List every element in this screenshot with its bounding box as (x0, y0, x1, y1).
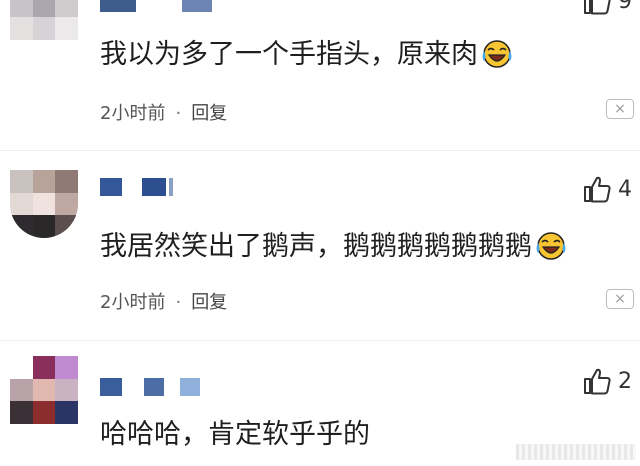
comment-text: 我居然笑出了鹅声，鹅鹅鹅鹅鹅鹅鹅 (100, 230, 568, 264)
like-count: 2 (618, 368, 632, 394)
laughing-crying-emoji (536, 232, 566, 260)
comment-item: 4 我居然笑出了鹅声，鹅鹅鹅鹅鹅鹅鹅 2小时前 · 回复 × (0, 150, 640, 340)
comment-text: 哈哈哈，肯定软乎乎的 (100, 418, 370, 452)
comment-body: 哈哈哈，肯定软乎乎的 (100, 419, 370, 450)
avatar[interactable] (10, 170, 78, 238)
username-redacted[interactable] (100, 378, 200, 396)
like-button[interactable]: 4 (582, 174, 632, 204)
comment-meta: 2小时前 · 回复 (100, 99, 227, 125)
comment-item: 2 哈哈哈，肯定软乎乎的 (0, 340, 640, 466)
dismiss-button[interactable]: × (606, 99, 634, 119)
laughing-crying-emoji (482, 40, 512, 68)
watermark (516, 444, 636, 460)
comment-text: 我以为多了一个手指头，原来肉 (100, 38, 514, 72)
reply-link[interactable]: 回复 (191, 292, 227, 313)
like-button[interactable]: 2 (582, 366, 632, 396)
comment-body: 我居然笑出了鹅声，鹅鹅鹅鹅鹅鹅鹅 (100, 231, 532, 262)
avatar[interactable] (10, 356, 78, 424)
like-count: 4 (618, 176, 632, 202)
dismiss-button[interactable]: × (606, 289, 634, 309)
comment-body: 我以为多了一个手指头，原来肉 (100, 39, 478, 70)
close-icon: × (614, 101, 626, 117)
comment-item: 9 我以为多了一个手指头，原来肉 2小时前 · 回复 × (0, 0, 640, 150)
like-button[interactable]: 9 (582, 0, 632, 16)
thumbs-up-icon (584, 368, 611, 395)
username-redacted[interactable] (100, 0, 212, 12)
timestamp: 2小时前 (100, 103, 166, 124)
reply-link[interactable]: 回复 (191, 103, 227, 124)
username-redacted[interactable] (100, 178, 173, 196)
comment-meta: 2小时前 · 回复 (100, 288, 227, 314)
like-count: 9 (618, 0, 632, 14)
timestamp: 2小时前 (100, 292, 166, 313)
separator-dot: · (175, 103, 182, 124)
thumbs-up-icon (584, 0, 611, 15)
avatar[interactable] (10, 0, 78, 40)
thumbs-up-icon (584, 176, 611, 203)
close-icon: × (614, 291, 626, 307)
separator-dot: · (175, 292, 182, 313)
